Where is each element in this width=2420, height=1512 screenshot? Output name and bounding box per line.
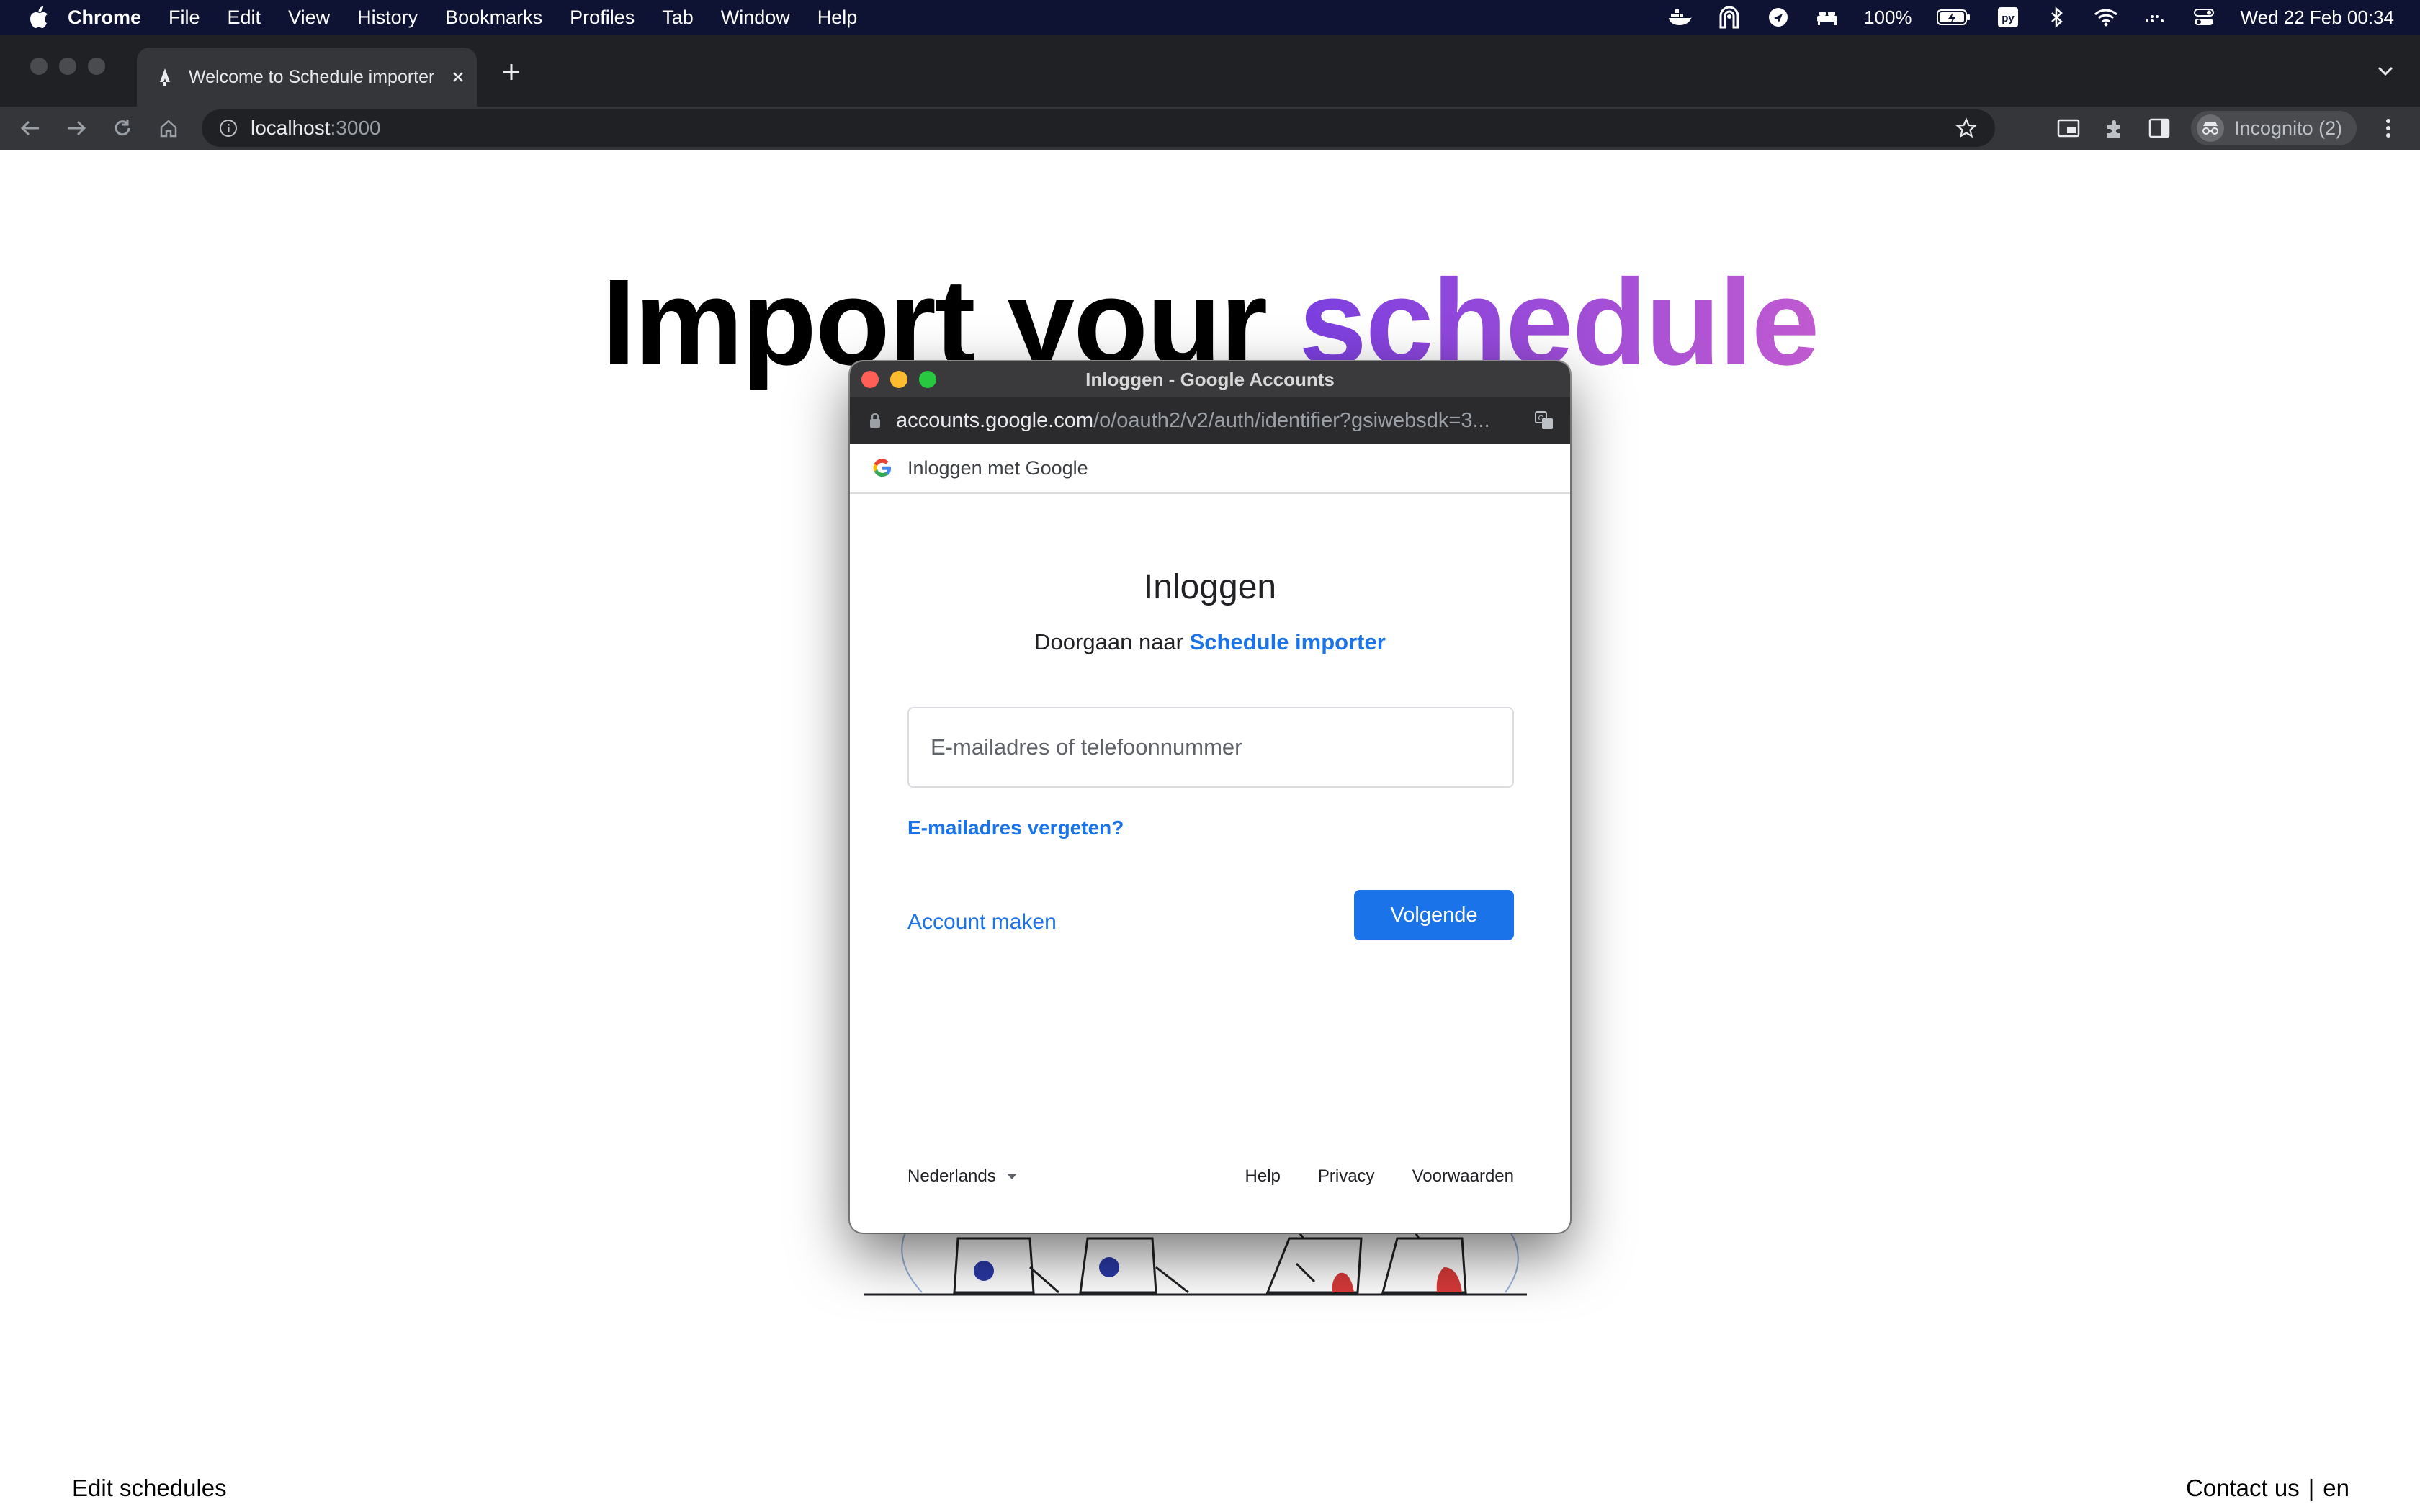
popup-url: accounts.google.com/o/oauth2/v2/auth/ide…: [896, 409, 1515, 433]
address-bar-url: localhost:3000: [251, 117, 381, 140]
popup-url-path: /o/oauth2/v2/auth/identifier?gsiwebsdk=3…: [1093, 408, 1490, 432]
reload-icon[interactable]: [108, 114, 137, 143]
browser-tabstrip: Welcome to Schedule importer: [0, 35, 2420, 107]
extensions-puzzle-icon[interactable]: [2100, 114, 2129, 143]
footer-links: Help Privacy Voorwaarden: [1245, 1166, 1514, 1187]
signin-app-name-link[interactable]: Schedule importer: [1190, 629, 1386, 654]
language-selector-label: Nederlands: [908, 1166, 996, 1186]
tab-search-chevron-icon[interactable]: [2371, 56, 2400, 85]
tab-favicon-icon: [154, 66, 176, 88]
svg-text:G: G: [1538, 415, 1544, 423]
bookmark-star-icon[interactable]: [1953, 115, 1979, 141]
signin-subtitle: Doorgaan naar Schedule importer: [850, 629, 1570, 655]
menu-view[interactable]: View: [288, 6, 330, 29]
language-selector[interactable]: Nederlands: [908, 1166, 1018, 1187]
bluetooth-icon[interactable]: [2045, 5, 2069, 30]
python-app-icon[interactable]: py: [1996, 5, 2020, 30]
vpn-tunnel-icon[interactable]: [1717, 5, 1742, 30]
menu-help[interactable]: Help: [817, 6, 858, 29]
popup-window-title: Inloggen - Google Accounts: [1085, 369, 1335, 390]
footer-edit-schedules-link[interactable]: Edit schedules: [72, 1475, 227, 1502]
popup-zoom-button[interactable]: [919, 371, 936, 388]
incognito-icon: [2197, 114, 2224, 142]
browser-toolbar: localhost:3000 Incognito (2): [0, 107, 2420, 150]
incognito-label: Incognito (2): [2234, 117, 2343, 139]
battery-percentage: 100%: [1864, 6, 1912, 28]
popup-minimize-button[interactable]: [890, 371, 908, 388]
picture-in-picture-icon[interactable]: [2054, 114, 2083, 143]
new-tab-icon[interactable]: [497, 58, 526, 86]
tab-close-icon[interactable]: [445, 64, 471, 90]
google-header: Inloggen met Google: [850, 444, 1570, 494]
next-button[interactable]: Volgende: [1354, 890, 1514, 940]
wifi-icon[interactable]: [2094, 5, 2118, 30]
control-center-icon[interactable]: [2192, 5, 2216, 30]
menu-bookmarks[interactable]: Bookmarks: [445, 6, 542, 29]
create-account-button[interactable]: Account maken: [908, 910, 1057, 935]
signin-subtitle-prefix: Doorgaan naar: [1034, 629, 1183, 654]
popup-close-button[interactable]: [861, 371, 879, 388]
menu-file[interactable]: File: [169, 6, 200, 29]
google-signin-popup: Inloggen - Google Accounts accounts.goog…: [850, 361, 1570, 1233]
url-port: :3000: [330, 117, 381, 139]
footer-help-link[interactable]: Help: [1245, 1166, 1281, 1187]
translate-icon[interactable]: G: [1533, 409, 1556, 432]
menu-app-chrome[interactable]: Chrome: [68, 6, 141, 29]
site-info-icon[interactable]: [218, 117, 239, 139]
clock[interactable]: Wed 22 Feb 00:34: [2241, 6, 2394, 29]
signin-heading: Inloggen: [1143, 568, 1277, 606]
url-host: localhost: [251, 117, 331, 139]
incognito-profile-button[interactable]: Incognito (2): [2191, 111, 2357, 145]
email-input-placeholder: E-mailadres of telefoonnummer: [931, 734, 1242, 760]
google-header-title: Inloggen met Google: [908, 456, 1088, 479]
menu-window[interactable]: Window: [721, 6, 790, 29]
caret-down-icon: [1006, 1173, 1018, 1180]
google-g-logo-icon: [871, 457, 893, 479]
window-zoom-button[interactable]: [88, 58, 105, 75]
menu-history[interactable]: History: [357, 6, 418, 29]
footer-terms-link[interactable]: Voorwaarden: [1412, 1166, 1514, 1187]
menu-tab[interactable]: Tab: [662, 6, 694, 29]
tab-title: Welcome to Schedule importer: [189, 66, 435, 87]
screen: Chrome File Edit View History Bookmarks …: [0, 0, 2420, 1512]
macos-menubar: Chrome File Edit View History Bookmarks …: [0, 0, 2420, 35]
footer-language-link[interactable]: en: [2323, 1475, 2349, 1502]
navigation-app-icon[interactable]: [1766, 5, 1791, 30]
window-minimize-button[interactable]: [59, 58, 76, 75]
svg-text:py: py: [2002, 12, 2015, 24]
apple-icon[interactable]: [26, 4, 52, 30]
menu-profiles[interactable]: Profiles: [570, 6, 635, 29]
home-icon[interactable]: [154, 114, 183, 143]
forgot-email-link[interactable]: E-mailadres vergeten?: [908, 816, 1124, 840]
browser-tab-active[interactable]: Welcome to Schedule importer: [137, 48, 477, 107]
bed-sleep-icon[interactable]: [1815, 5, 1839, 30]
battery-charging-icon[interactable]: [1936, 5, 1971, 30]
window-close-button[interactable]: [30, 58, 48, 75]
side-panel-icon[interactable]: [2145, 114, 2174, 143]
popup-url-bar: accounts.google.com/o/oauth2/v2/auth/ide…: [850, 397, 1570, 444]
menubar-status-area: 100% py Wed 22 Feb 00:34: [1668, 0, 2394, 35]
google-footer: Nederlands Help Privacy Voorwaarden: [850, 1166, 1570, 1195]
back-arrow-icon[interactable]: [16, 114, 45, 143]
footer-privacy-link[interactable]: Privacy: [1318, 1166, 1375, 1187]
email-or-phone-input[interactable]: E-mailadres of telefoonnummer: [908, 707, 1514, 788]
menu-edit[interactable]: Edit: [228, 6, 261, 29]
footer-right-links: Contact us | en: [2186, 1475, 2349, 1502]
docker-icon[interactable]: [1668, 5, 1693, 30]
popup-titlebar[interactable]: Inloggen - Google Accounts: [850, 361, 1570, 397]
activity-dots-icon[interactable]: [2143, 5, 2167, 30]
footer-contact-link[interactable]: Contact us: [2186, 1475, 2300, 1502]
forward-arrow-icon[interactable]: [62, 114, 91, 143]
address-bar[interactable]: localhost:3000: [202, 109, 1995, 147]
popup-url-host: accounts.google.com: [896, 408, 1094, 432]
browser-menu-kebab-icon[interactable]: [2374, 114, 2403, 143]
footer-separator: |: [2308, 1475, 2315, 1501]
lock-icon: [867, 411, 883, 430]
